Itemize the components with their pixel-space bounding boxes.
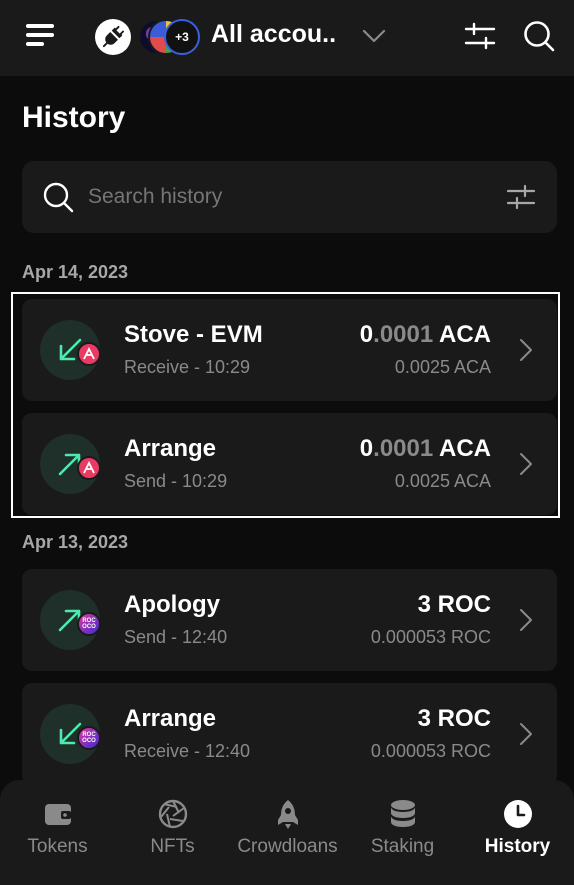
transaction-name: Apology (124, 591, 220, 618)
rococo-icon: ROC OCO (77, 612, 101, 636)
transaction-row[interactable]: Stove - EVM Receive - 10:29 0.0001 ACA 0… (22, 299, 557, 401)
bottom-tab-bar: Tokens NFTs Crowdloans Staking History (0, 780, 574, 885)
tab-label: NFTs (150, 836, 195, 857)
transaction-name: Arrange (124, 705, 217, 732)
transaction-fee: 0.0025 ACA (394, 471, 491, 491)
amount-integer: 3 (417, 705, 431, 732)
amount-decimal: .0001 (373, 321, 434, 348)
amount-decimal: .0001 (373, 435, 434, 462)
chevron-right-icon (520, 453, 532, 475)
transaction-fee: 0.000053 ROC (370, 627, 491, 647)
rococo-icon: ROC OCO (77, 726, 101, 750)
aperture-icon (158, 799, 187, 829)
transaction-amount: 0.0001 ACA (360, 435, 491, 463)
transaction-amount: 3 ROC (418, 705, 491, 733)
amount-integer: 0 (359, 435, 374, 462)
transaction-fee: 0.000053 ROC (370, 741, 491, 761)
search-history-input[interactable] (88, 179, 478, 215)
tab-label: Tokens (27, 836, 88, 857)
acala-icon (77, 342, 101, 366)
tab-label: Staking (370, 836, 435, 857)
chevron-right-icon (520, 723, 532, 745)
filter-icon[interactable] (464, 22, 496, 50)
transaction-name: Stove - EVM (124, 321, 263, 348)
filter-icon[interactable] (506, 183, 536, 211)
transaction-subtitle: Receive - 12:40 (124, 741, 251, 761)
transaction-subtitle: Receive - 10:29 (124, 357, 251, 377)
search-icon (43, 182, 74, 213)
page-title: History (22, 101, 126, 134)
transaction-name: Arrange (124, 435, 217, 462)
transaction-row[interactable]: Arrange Send - 10:29 0.0001 ACA 0.0025 A… (22, 413, 557, 515)
top-bar: +3 All accou... (0, 0, 574, 76)
date-header: Apr 13, 2023 (22, 532, 129, 552)
transaction-amount: 3 ROC (418, 591, 491, 619)
amount-symbol: ACA (439, 435, 491, 462)
tab-tokens[interactable]: Tokens (0, 780, 115, 885)
account-avatars[interactable]: +3 (138, 19, 200, 55)
transaction-row[interactable]: ROC OCO Arrange Receive - 12:40 3 ROC 0.0… (22, 683, 557, 785)
database-icon (390, 800, 415, 827)
extra-accounts-badge: +3 (164, 19, 200, 55)
plug-icon[interactable] (95, 19, 131, 55)
date-header: Apr 14, 2023 (22, 262, 129, 282)
tab-nfts[interactable]: NFTs (115, 780, 230, 885)
amount-integer: 0 (359, 321, 374, 348)
tab-staking[interactable]: Staking (345, 780, 460, 885)
search-icon[interactable] (522, 19, 556, 53)
transaction-subtitle: Send - 10:29 (124, 471, 228, 491)
clock-icon (503, 800, 532, 828)
tab-history[interactable]: History (460, 780, 574, 885)
account-selector-label[interactable]: All accou... (211, 20, 337, 49)
amount-integer: 3 (417, 591, 431, 618)
transaction-row[interactable]: ROC OCO Apology Send - 12:40 3 ROC 0.0000… (22, 569, 557, 671)
rocket-icon (277, 800, 298, 829)
amount-symbol: ROC (437, 591, 491, 618)
amount-symbol: ROC (437, 705, 491, 732)
amount-symbol: ACA (439, 321, 491, 348)
tab-crowdloans[interactable]: Crowdloans (230, 780, 345, 885)
menu-icon[interactable] (26, 22, 56, 48)
chevron-down-icon[interactable] (362, 27, 386, 45)
tab-label: Crowdloans (237, 836, 338, 857)
tab-label: History (484, 836, 551, 857)
transaction-subtitle: Send - 12:40 (124, 627, 228, 647)
transaction-fee: 0.0025 ACA (394, 357, 491, 377)
chevron-right-icon (520, 339, 532, 361)
acala-icon (77, 456, 101, 480)
transaction-amount: 0.0001 ACA (360, 321, 491, 349)
chevron-right-icon (520, 609, 532, 631)
search-history-bar (22, 161, 557, 233)
wallet-icon (44, 804, 71, 825)
